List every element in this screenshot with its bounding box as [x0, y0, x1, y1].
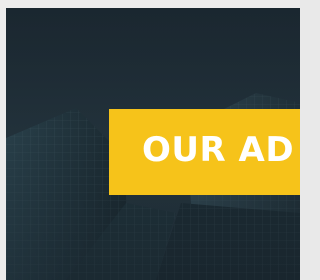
hero-section: OUR AD	[6, 8, 300, 280]
headline-text: OUR AD	[142, 130, 295, 170]
page-frame: OUR AD	[0, 0, 300, 280]
headline-banner: OUR AD	[109, 109, 300, 195]
